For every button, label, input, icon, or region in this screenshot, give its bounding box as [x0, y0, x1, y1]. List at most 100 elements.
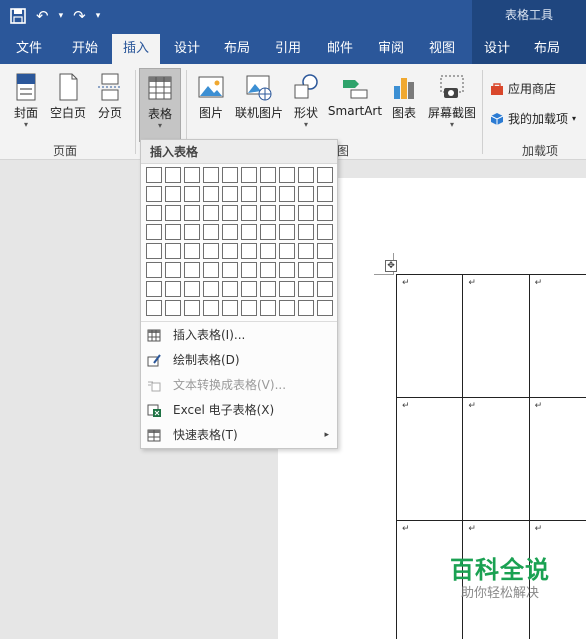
table-size-grid-cell[interactable]	[241, 262, 257, 278]
table-size-grid-cell[interactable]	[317, 167, 333, 183]
table-size-grid-cell[interactable]	[317, 224, 333, 240]
table-size-grid-cell[interactable]	[222, 262, 238, 278]
tab-design[interactable]: 设计	[164, 34, 210, 64]
table-size-grid-cell[interactable]	[146, 186, 162, 202]
undo-dropdown-icon[interactable]: ▾	[59, 6, 64, 26]
table-size-grid-cell[interactable]	[146, 262, 162, 278]
table-size-grid-cell[interactable]	[298, 186, 314, 202]
table-size-grid-cell[interactable]	[222, 281, 238, 297]
table-size-grid-cell[interactable]	[260, 243, 276, 259]
table-size-grid-cell[interactable]	[184, 262, 200, 278]
table-size-grid-cell[interactable]	[165, 262, 181, 278]
table-size-grid-cell[interactable]	[146, 300, 162, 316]
table-size-grid-cell[interactable]	[146, 205, 162, 221]
menu-draw-table[interactable]: 绘制表格(D)	[141, 348, 337, 373]
table-size-grid-cell[interactable]	[222, 205, 238, 221]
table-size-grid-cell[interactable]	[279, 281, 295, 297]
table-size-grid-cell[interactable]	[241, 186, 257, 202]
table-size-grid-cell[interactable]	[317, 262, 333, 278]
tab-mailings[interactable]: 邮件	[316, 34, 364, 64]
tab-file[interactable]: 文件	[6, 34, 52, 64]
table-size-grid-cell[interactable]	[241, 300, 257, 316]
table-size-grid-cell[interactable]	[317, 186, 333, 202]
tab-references[interactable]: 引用	[264, 34, 312, 64]
table-cell[interactable]: ↵	[528, 274, 586, 398]
table-size-grid-cell[interactable]	[241, 224, 257, 240]
table-size-grid-cell[interactable]	[260, 186, 276, 202]
page-break-button[interactable]: 分页	[86, 68, 134, 134]
table-size-grid-cell[interactable]	[165, 205, 181, 221]
menu-quick-tables[interactable]: 快速表格(T) ▸	[141, 423, 337, 448]
table-size-grid-cell[interactable]	[279, 224, 295, 240]
table-size-grid-cell[interactable]	[165, 243, 181, 259]
tab-home[interactable]: 开始	[60, 34, 110, 64]
online-picture-button[interactable]: 联机图片	[233, 68, 285, 134]
table-size-grid-cell[interactable]	[165, 300, 181, 316]
table-size-grid-cell[interactable]	[317, 281, 333, 297]
table-size-grid-cell[interactable]	[317, 300, 333, 316]
table-size-grid-cell[interactable]	[298, 300, 314, 316]
tab-review[interactable]: 审阅	[367, 34, 415, 64]
my-addins-button[interactable]: 我的加载项 ▾	[490, 110, 576, 127]
table-size-grid-cell[interactable]	[165, 167, 181, 183]
table-size-grid-cell[interactable]	[317, 205, 333, 221]
menu-convert-text-to-table[interactable]: 文本转换成表格(V)...	[141, 373, 337, 398]
table-size-grid-cell[interactable]	[203, 186, 219, 202]
table-size-grid-cell[interactable]	[203, 205, 219, 221]
table-size-grid-cell[interactable]	[184, 243, 200, 259]
table-size-grid-cell[interactable]	[146, 281, 162, 297]
table-cell[interactable]: ↵	[395, 274, 464, 398]
table-size-grid-cell[interactable]	[298, 205, 314, 221]
table-size-grid-cell[interactable]	[260, 300, 276, 316]
blank-page-button[interactable]: 空白页	[44, 68, 92, 134]
table-size-grid-cell[interactable]	[184, 281, 200, 297]
table-size-grid-cell[interactable]	[260, 224, 276, 240]
tab-table-design[interactable]: 设计	[474, 34, 520, 64]
table-size-grid-cell[interactable]	[241, 243, 257, 259]
customize-qat-icon[interactable]: ▾	[96, 6, 101, 26]
table-size-grid-cell[interactable]	[279, 300, 295, 316]
table-size-grid-cell[interactable]	[203, 262, 219, 278]
table-size-grid-cell[interactable]	[184, 186, 200, 202]
smartart-button[interactable]: SmartArt	[326, 68, 384, 134]
table-size-grid-cell[interactable]	[203, 224, 219, 240]
table-size-grid-cell[interactable]	[241, 167, 257, 183]
shapes-button[interactable]: 形状 ▾	[286, 68, 326, 134]
table-size-grid-cell[interactable]	[317, 243, 333, 259]
table-cell[interactable]: ↵	[462, 397, 530, 521]
table-size-grid-cell[interactable]	[203, 300, 219, 316]
table-size-grid-cell[interactable]	[298, 281, 314, 297]
table-size-grid-cell[interactable]	[260, 167, 276, 183]
menu-excel-spreadsheet[interactable]: Excel 电子表格(X)	[141, 398, 337, 423]
cover-page-button[interactable]: 封面 ▾	[2, 68, 50, 134]
table-size-grid-cell[interactable]	[260, 205, 276, 221]
table-size-grid-cell[interactable]	[146, 167, 162, 183]
tab-layout[interactable]: 布局	[214, 34, 260, 64]
table-size-grid-cell[interactable]	[222, 167, 238, 183]
table-size-grid-cell[interactable]	[165, 281, 181, 297]
table-size-grid-cell[interactable]	[222, 300, 238, 316]
table-move-handle-icon[interactable]: ✥	[385, 260, 397, 272]
table-size-grid-cell[interactable]	[241, 281, 257, 297]
table-size-grid-cell[interactable]	[165, 224, 181, 240]
table-size-grid-cell[interactable]	[203, 167, 219, 183]
table-size-grid-cell[interactable]	[184, 300, 200, 316]
app-store-button[interactable]: 应用商店	[490, 80, 556, 97]
table-size-grid-cell[interactable]	[241, 205, 257, 221]
picture-button[interactable]: 图片	[190, 68, 232, 134]
table-size-grid-cell[interactable]	[222, 186, 238, 202]
table-cell[interactable]: ↵	[528, 397, 586, 521]
table-size-grid-cell[interactable]	[298, 224, 314, 240]
table-size-grid-cell[interactable]	[279, 167, 295, 183]
tab-view[interactable]: 视图	[418, 34, 466, 64]
table-size-grid-cell[interactable]	[146, 243, 162, 259]
menu-insert-table[interactable]: 插入表格(I)...	[141, 323, 337, 348]
redo-icon[interactable]: ↷	[73, 6, 86, 26]
table-size-grid-cell[interactable]	[203, 281, 219, 297]
screenshot-button[interactable]: 屏幕截图 ▾	[424, 68, 480, 134]
chart-button[interactable]: 图表	[384, 68, 424, 134]
table-size-grid-cell[interactable]	[184, 167, 200, 183]
table-size-grid-cell[interactable]	[260, 262, 276, 278]
table-size-grid-cell[interactable]	[203, 243, 219, 259]
table-size-grid-cell[interactable]	[184, 224, 200, 240]
